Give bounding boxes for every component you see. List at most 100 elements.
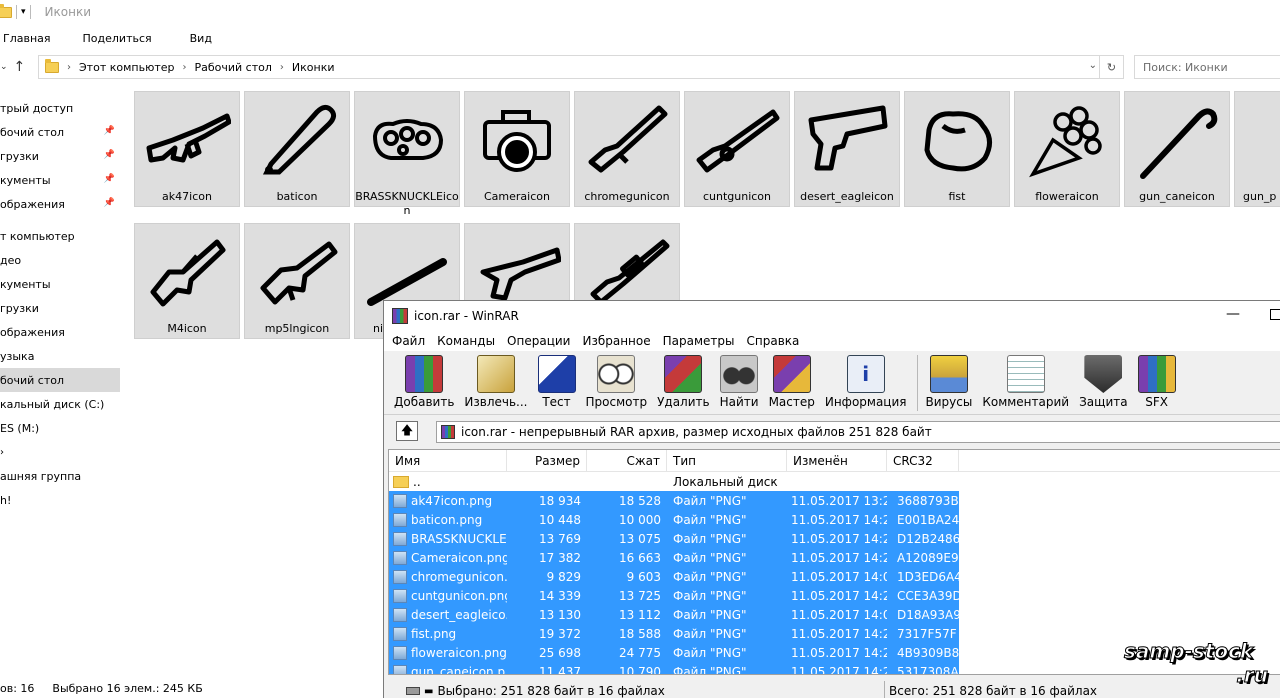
sfx-button[interactable]: SFX [1137, 351, 1176, 409]
table-row[interactable]: ak47icon.png 18 934 18 528 Файл "PNG" 11.05.… [389, 491, 959, 510]
sidebar-item-video[interactable]: део [0, 248, 120, 272]
watermark-line1: samp-stock [1123, 639, 1254, 663]
column-packed[interactable]: Сжат [587, 450, 667, 471]
table-row[interactable]: Cameraicon.png 17 382 16 663 Файл "PNG" 11.0… [389, 548, 959, 567]
menu-commands[interactable]: Команды [437, 334, 495, 348]
sidebar-item-desktop[interactable]: бочий стол [0, 368, 120, 392]
protect-icon [1084, 355, 1123, 393]
sidebar-item-desktop-pinned[interactable]: бочий стол 📌 [0, 120, 120, 144]
modified-cell: 11.05.2017 14:01 [791, 569, 887, 584]
refresh-icon[interactable]: ↻ [1099, 56, 1123, 78]
up-folder-button[interactable]: 🡅 [396, 421, 418, 441]
sidebar-item-music[interactable]: узыка [0, 344, 120, 368]
table-row[interactable]: BRASSKNUCKLE... 13 769 13 075 Файл "PNG" 11.… [389, 529, 959, 548]
sidebar-item-documents[interactable]: кументы [0, 272, 120, 296]
table-row[interactable]: cuntgunicon.png 14 339 13 725 Файл "PNG" 11.… [389, 586, 959, 605]
file-tile[interactable]: floweraicon [1014, 91, 1120, 207]
table-row[interactable]: chromegunicon... 9 829 9 603 Файл "PNG" 11.0… [389, 567, 959, 586]
sidebar-item-homegroup[interactable]: ашняя группа [0, 464, 120, 488]
breadcrumb-this-pc[interactable]: Этот компьютер [79, 61, 175, 74]
tab-view[interactable]: Вид [166, 32, 226, 45]
menu-help[interactable]: Справка [747, 334, 800, 348]
sidebar-item-documents-pinned[interactable]: кументы 📌 [0, 168, 120, 192]
sidebar-item-drive-m[interactable]: ES (M:) [0, 416, 120, 440]
sidebar-item-pictures-pinned[interactable]: ображения 📌 [0, 192, 120, 216]
packed-cell: 9 603 [626, 569, 661, 584]
chevron-down-icon[interactable]: ⌄ [1089, 60, 1097, 71]
column-type[interactable]: Тип [667, 450, 787, 471]
add-button[interactable]: Добавить [394, 351, 454, 409]
find-button[interactable]: Найти [720, 351, 759, 409]
table-row[interactable]: desert_eagleico... 13 130 13 112 Файл "PNG"… [389, 605, 959, 624]
recent-dropdown-icon[interactable]: ⌄ [0, 62, 8, 72]
file-tile[interactable]: mp5lngicon [244, 223, 350, 339]
archive-path-field[interactable]: icon.rar - непрерывный RAR архив, размер… [436, 421, 1280, 443]
file-tile[interactable]: desert_eagleicon [794, 91, 900, 207]
column-crc[interactable]: CRC32 [887, 450, 959, 471]
file-tile[interactable]: BRASSKNUCKLEicon [354, 91, 460, 217]
column-name[interactable]: Имя [389, 450, 507, 471]
chevron-right-icon[interactable]: › [67, 62, 71, 73]
chevron-right-icon[interactable]: › [280, 62, 284, 73]
sidebar-item-downloads[interactable]: грузки [0, 296, 120, 320]
watermark-line2: .ru [1236, 663, 1269, 687]
column-size[interactable]: Размер [507, 450, 587, 471]
wizard-button[interactable]: Мастер [769, 351, 815, 409]
tab-share[interactable]: Поделиться [65, 32, 166, 45]
breadcrumb: › Этот компьютер › Рабочий стол › Иконки [67, 61, 335, 74]
table-row[interactable]: floweraicon.png 25 698 24 775 Файл "PNG" 11.… [389, 643, 959, 662]
file-tile[interactable]: baticon [244, 91, 350, 207]
sidebar-item-pictures[interactable]: ображения [0, 320, 120, 344]
qat-dropdown-icon[interactable]: ▾ [21, 7, 26, 17]
sidebar-item-quick-access[interactable]: трый доступ [0, 96, 120, 120]
delete-button[interactable]: Удалить [657, 351, 710, 409]
modified-cell: 11.05.2017 14:27 [791, 588, 887, 603]
extract-button[interactable]: Извлечь... [464, 351, 528, 409]
maximize-button[interactable] [1270, 309, 1280, 320]
menu-file[interactable]: Файл [392, 334, 425, 348]
menu-favorites[interactable]: Избранное [582, 334, 650, 348]
column-modified[interactable]: Изменён [787, 450, 887, 471]
search-input[interactable]: Поиск: Иконки [1134, 55, 1280, 79]
minimize-button[interactable]: — [1226, 306, 1240, 322]
sidebar-item-misc[interactable]: h! [0, 488, 120, 512]
packed-cell: 18 528 [619, 493, 661, 508]
file-label: cuntgunicon [702, 190, 772, 203]
up-arrow-icon[interactable]: ↑ [14, 59, 26, 75]
file-tile[interactable]: M4icon [134, 223, 240, 339]
file-tile[interactable]: chromegunicon [574, 91, 680, 207]
file-tile[interactable]: gun_caneicon [1124, 91, 1230, 207]
address-bar[interactable]: › Этот компьютер › Рабочий стол › Иконки… [38, 55, 1124, 79]
sidebar-item-local-disk-c[interactable]: кальный диск (C:) [0, 392, 120, 416]
breadcrumb-desktop[interactable]: Рабочий стол [195, 61, 272, 74]
test-button[interactable]: Тест [537, 351, 576, 409]
view-button[interactable]: Просмотр [586, 351, 647, 409]
tab-home[interactable]: Главная [0, 32, 65, 45]
file-tile[interactable]: Cameraicon [464, 91, 570, 207]
table-row[interactable]: baticon.png 10 448 10 000 Файл "PNG" 11.05.2… [389, 510, 959, 529]
divider [16, 5, 17, 19]
file-name: ak47icon.png [411, 493, 493, 508]
divider [29, 5, 31, 19]
breadcrumb-icons[interactable]: Иконки [292, 61, 335, 74]
file-tile[interactable]: gun_p [1234, 91, 1280, 207]
menu-options[interactable]: Параметры [663, 334, 735, 348]
file-tile[interactable]: fist [904, 91, 1010, 207]
menu-operations[interactable]: Операции [507, 334, 570, 348]
protect-button[interactable]: Защита [1079, 351, 1128, 409]
sidebar-item-network[interactable]: › [0, 440, 120, 464]
chevron-right-icon[interactable]: › [0, 447, 4, 458]
table-row[interactable]: gun_caneicon.p... 11 437 10 790 Файл "PNG" 1… [389, 662, 959, 674]
table-row[interactable]: fist.png 19 372 18 588 Файл "PNG" 11.05.2017… [389, 624, 959, 643]
file-tile[interactable]: cuntgunicon [684, 91, 790, 207]
info-button[interactable]: i Информация [825, 351, 907, 409]
crc-cell: 7317F57F [897, 626, 957, 641]
file-tile[interactable]: ak47icon [134, 91, 240, 207]
virus-scan-button[interactable]: Вирусы [926, 351, 972, 409]
parent-folder-row[interactable]: .. Локальный диск [389, 472, 1280, 491]
sidebar-item-this-pc[interactable]: т компьютер [0, 224, 120, 248]
sidebar-item-downloads-pinned[interactable]: грузки 📌 [0, 144, 120, 168]
chevron-right-icon[interactable]: › [183, 62, 187, 73]
comment-button[interactable]: Комментарий [982, 351, 1069, 409]
divider [0, 216, 120, 224]
